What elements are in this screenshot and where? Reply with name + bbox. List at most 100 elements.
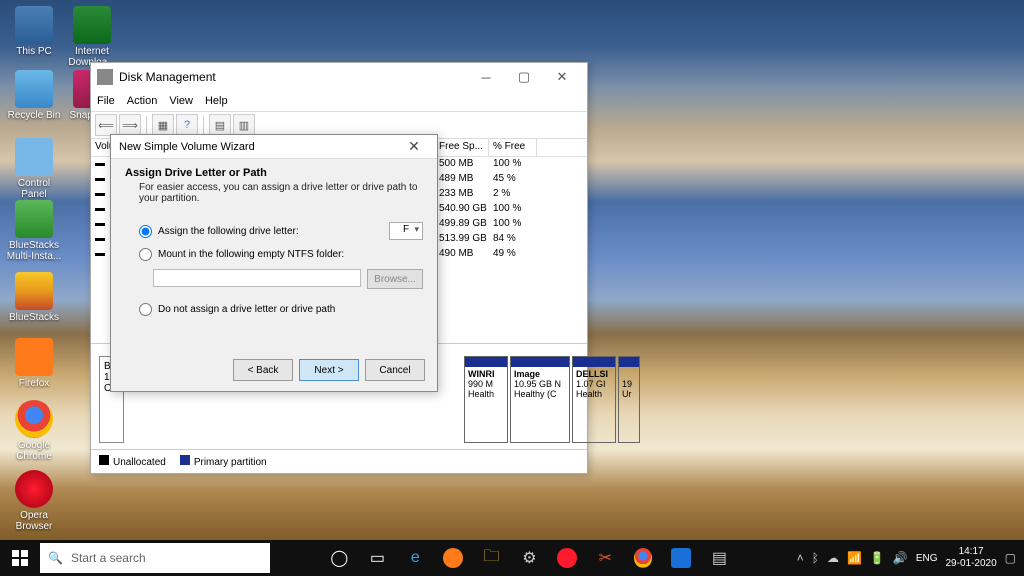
desktop-icon-chrome[interactable]: Google Chrome: [6, 400, 62, 462]
partition[interactable]: WINRI990 MHealth: [464, 356, 508, 443]
task-view-icon[interactable]: ▭: [359, 540, 395, 576]
icon-label: This PC: [6, 46, 62, 57]
this-pc-icon: [15, 6, 53, 44]
desktop-icon-bluestacks[interactable]: BlueStacks: [6, 272, 62, 323]
option-no-assign[interactable]: Do not assign a drive letter or drive pa…: [139, 303, 423, 316]
minimize-button[interactable]: ─: [467, 66, 505, 88]
desktop-icon-recycle-bin[interactable]: Recycle Bin: [6, 70, 62, 121]
bluestacks-multi-icon: [15, 200, 53, 238]
opera-icon: [15, 470, 53, 508]
maximize-button[interactable]: ▢: [505, 66, 543, 88]
explorer-icon[interactable]: 🗀: [473, 540, 509, 576]
taskbar: 🔍 Start a search ◯ ▭ e 🗀 ⚙ ✂ ▤ ˄ ᛒ ☁ 📶 🔋…: [0, 540, 1024, 576]
icon-label: Control Panel: [6, 178, 62, 200]
radio-mount-folder[interactable]: [139, 248, 152, 261]
firefox-taskbar-icon[interactable]: [435, 540, 471, 576]
date-text: 29-01-2020: [946, 558, 997, 570]
search-icon: 🔍: [48, 551, 63, 565]
drive-letter-select[interactable]: F: [389, 222, 423, 240]
label-assign-letter: Assign the following drive letter:: [158, 226, 299, 237]
chrome-icon: [15, 400, 53, 438]
firefox-icon: [15, 338, 53, 376]
partition[interactable]: DELLSI1.07 GIHealth: [572, 356, 616, 443]
toolbar-button[interactable]: ▥: [233, 114, 255, 136]
opera-taskbar-icon[interactable]: [549, 540, 585, 576]
option-mount-folder[interactable]: Mount in the following empty NTFS folder…: [139, 248, 423, 261]
back-button[interactable]: < Back: [233, 359, 293, 381]
radio-no-assign[interactable]: [139, 303, 152, 316]
legend-primary: Primary partition: [194, 457, 267, 468]
cortana-icon[interactable]: ◯: [321, 540, 357, 576]
close-button[interactable]: ✕: [543, 66, 581, 88]
wizard-title: New Simple Volume Wizard: [119, 141, 255, 153]
recycle-bin-icon: [15, 70, 53, 108]
legend-unallocated: Unallocated: [113, 457, 166, 468]
desktop-icon-firefox[interactable]: Firefox: [6, 338, 62, 389]
time-text: 14:17: [946, 546, 997, 558]
notifications-icon[interactable]: ▢: [1005, 551, 1016, 565]
battery-icon[interactable]: 🔋: [870, 551, 885, 565]
window-title: Disk Management: [119, 70, 216, 84]
next-button[interactable]: Next >: [299, 359, 359, 381]
volume-icon[interactable]: 🔊: [893, 551, 908, 565]
col-pctfree[interactable]: % Free: [489, 139, 537, 156]
desktop-icon-idm[interactable]: Internet Downloa...: [64, 6, 120, 68]
menu-view[interactable]: View: [169, 95, 193, 107]
control-panel-icon: [15, 138, 53, 176]
icon-label: Google Chrome: [6, 440, 62, 462]
desktop-icon-control-panel[interactable]: Control Panel: [6, 138, 62, 200]
col-free[interactable]: Free Sp...: [435, 139, 489, 156]
label-mount-folder: Mount in the following empty NTFS folder…: [158, 249, 344, 260]
forward-icon[interactable]: ⟹: [119, 114, 141, 136]
wifi-icon[interactable]: 📶: [847, 551, 862, 565]
label-no-assign: Do not assign a drive letter or drive pa…: [158, 304, 335, 315]
tray-up-icon[interactable]: ˄: [797, 551, 804, 565]
partition[interactable]: Image10.95 GB NHealthy (C: [510, 356, 570, 443]
app-icon: [97, 69, 113, 85]
icon-label: BlueStacks: [6, 312, 62, 323]
bluetooth-icon[interactable]: ᛒ: [812, 551, 819, 565]
bluestacks-icon: [15, 272, 53, 310]
search-placeholder: Start a search: [71, 551, 146, 565]
wizard-header: Assign Drive Letter or Path: [125, 167, 423, 179]
cancel-button[interactable]: Cancel: [365, 359, 425, 381]
back-icon[interactable]: ⟸: [95, 114, 117, 136]
wizard-close-button[interactable]: ✕: [399, 138, 429, 155]
desktop-icon-bluestacks-multi[interactable]: BlueStacks Multi-Insta...: [6, 200, 62, 262]
desktop-icon-opera[interactable]: Opera Browser: [6, 470, 62, 532]
menu-bar: File Action View Help: [91, 91, 587, 111]
tray-icon[interactable]: ☁: [827, 551, 839, 565]
toolbar-button[interactable]: ▦: [152, 114, 174, 136]
menu-action[interactable]: Action: [127, 95, 158, 107]
partition[interactable]: 19Ur: [618, 356, 640, 443]
icon-label: Opera Browser: [6, 510, 62, 532]
option-assign-letter[interactable]: Assign the following drive letter: F: [139, 222, 423, 240]
edge-icon[interactable]: e: [397, 540, 433, 576]
language-indicator[interactable]: ENG: [916, 553, 938, 564]
new-volume-wizard: New Simple Volume Wizard ✕ Assign Drive …: [110, 134, 438, 392]
icon-label: Firefox: [6, 378, 62, 389]
browse-button[interactable]: Browse...: [367, 269, 423, 289]
help-icon[interactable]: ?: [176, 114, 198, 136]
toolbar-button[interactable]: ▤: [209, 114, 231, 136]
search-box[interactable]: 🔍 Start a search: [40, 543, 270, 573]
clock[interactable]: 14:17 29-01-2020: [946, 546, 997, 570]
desktop-icon-this-pc[interactable]: This PC: [6, 6, 62, 57]
start-button[interactable]: [0, 540, 40, 576]
snipping-icon[interactable]: ✂: [587, 540, 623, 576]
app-icon[interactable]: ▤: [701, 540, 737, 576]
window-titlebar[interactable]: Disk Management ─ ▢ ✕: [91, 63, 587, 91]
idm-icon: [73, 6, 111, 44]
folder-path-input[interactable]: [153, 269, 361, 287]
icon-label: Recycle Bin: [6, 110, 62, 121]
legend: Unallocated Primary partition: [91, 449, 587, 473]
radio-assign-letter[interactable]: [139, 225, 152, 238]
icon-label: BlueStacks Multi-Insta...: [6, 240, 62, 262]
menu-file[interactable]: File: [97, 95, 115, 107]
app-icon[interactable]: [663, 540, 699, 576]
menu-help[interactable]: Help: [205, 95, 228, 107]
wizard-titlebar[interactable]: New Simple Volume Wizard ✕: [111, 135, 437, 159]
wizard-subtitle: For easier access, you can assign a driv…: [139, 182, 423, 204]
chrome-taskbar-icon[interactable]: [625, 540, 661, 576]
settings-icon[interactable]: ⚙: [511, 540, 547, 576]
